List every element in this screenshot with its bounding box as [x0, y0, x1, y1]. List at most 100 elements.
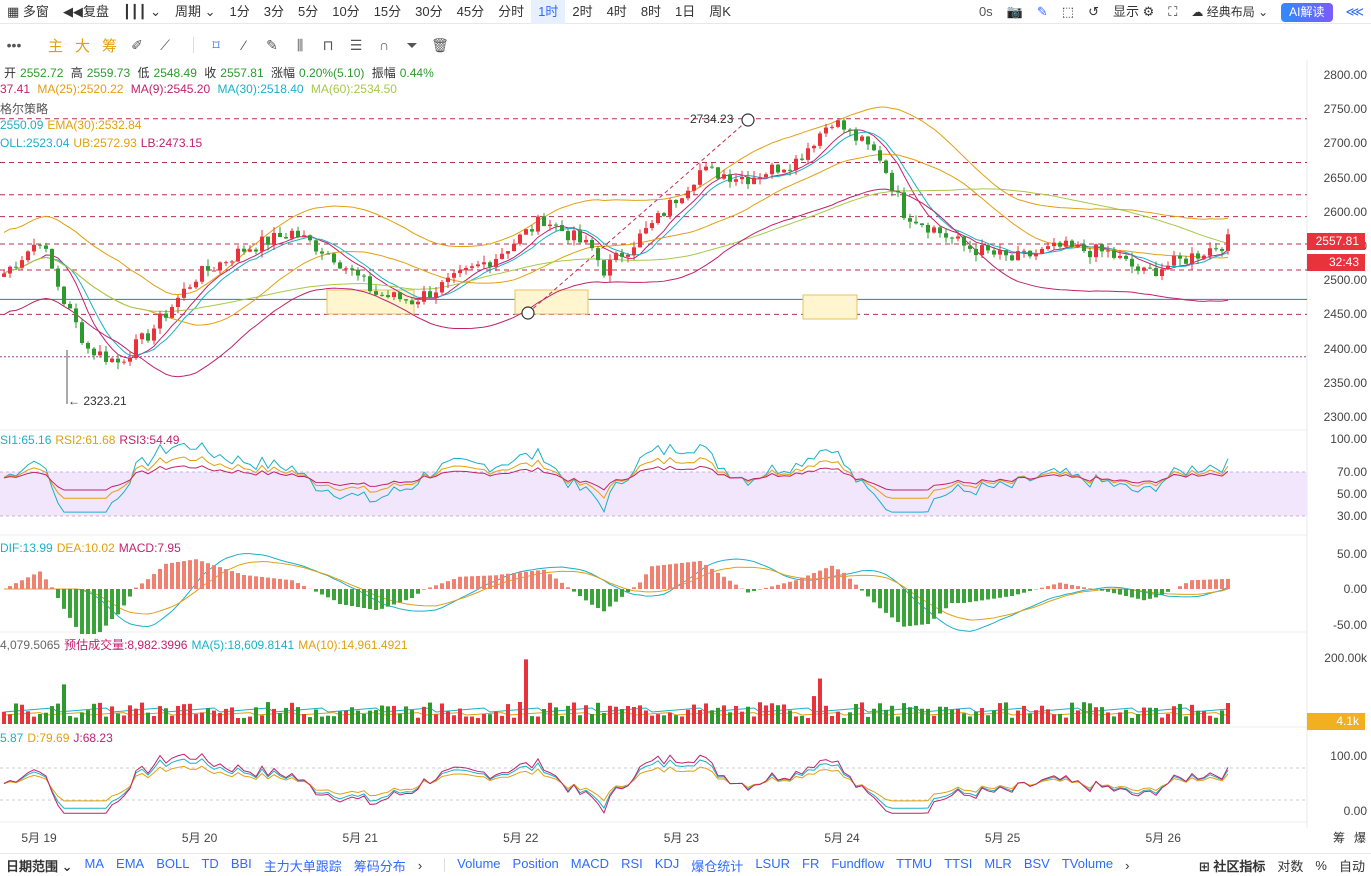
candle-body	[950, 237, 954, 239]
line-tool-icon[interactable]: ⁄	[233, 35, 255, 55]
indicator-sub-12[interactable]: BSV	[1018, 856, 1056, 875]
indicator-sub-1[interactable]: Position	[507, 856, 565, 875]
log-toggle[interactable]: 对数	[1271, 856, 1309, 875]
axis-label: 30.00	[1336, 509, 1367, 523]
macd-bar	[986, 589, 990, 600]
volume-bar	[1214, 717, 1218, 724]
ma60-line	[3, 188, 1229, 313]
indicator-sub-7[interactable]: FR	[796, 856, 825, 875]
indicator-main-4[interactable]: BBI	[225, 856, 258, 875]
macd-bar	[548, 574, 552, 589]
indicator-sub-10[interactable]: TTSI	[938, 856, 978, 875]
candle-body	[638, 233, 642, 248]
period-dropdown[interactable]: 周期 ⌄	[168, 0, 223, 24]
edit-icon[interactable]: ✐	[126, 35, 148, 55]
chevron-right-icon[interactable]: ›	[412, 858, 428, 873]
pencil-icon[interactable]: ✎	[1030, 0, 1055, 24]
brush-icon[interactable]: ✎	[261, 35, 283, 55]
indicator-sub-13[interactable]: TVolume	[1056, 856, 1119, 875]
macd-bar	[326, 589, 330, 598]
multi-window-button[interactable]: ▦ 多窗	[0, 0, 56, 24]
undo-icon[interactable]: ↺	[1081, 0, 1106, 24]
indicator-sub-9[interactable]: TTMU	[890, 856, 938, 875]
axis-label: 2400.00	[1323, 341, 1367, 356]
layout-dropdown[interactable]: ☁ 经典布局 ⌄	[1184, 0, 1275, 24]
indicator-sub-4[interactable]: KDJ	[649, 856, 686, 875]
trash-icon[interactable]: 🗑	[429, 35, 451, 55]
chip-button[interactable]: 筹	[102, 35, 117, 56]
indicator-main-5[interactable]: 主力大单跟踪	[258, 856, 348, 875]
chevron-down-icon: ⌄	[61, 858, 73, 874]
magnet-icon[interactable]: ∩	[373, 35, 395, 55]
candle-body	[1196, 253, 1200, 259]
indicator-sub-5[interactable]: 爆仓统计	[685, 856, 749, 875]
candle-body	[26, 251, 30, 261]
period-13[interactable]: 周K	[702, 0, 738, 24]
candle-body	[128, 358, 132, 362]
macd-bar	[182, 561, 186, 589]
macd-bar	[206, 563, 210, 589]
macd-bar	[290, 580, 294, 589]
axis-label: 2500.00	[1323, 273, 1367, 288]
note-icon[interactable]: ☰	[345, 35, 367, 55]
macd-bar	[1142, 589, 1146, 601]
candle-body	[368, 276, 372, 292]
percent-toggle[interactable]: %	[1309, 858, 1333, 873]
indicator-main-6[interactable]: 筹码分布	[348, 856, 412, 875]
volume-bar	[584, 705, 588, 724]
date-range-dropdown[interactable]: 日期范围 ⌄	[0, 856, 79, 875]
chevron-right-icon[interactable]: ›	[1119, 858, 1135, 873]
indicator-sub-6[interactable]: LSUR	[749, 856, 796, 875]
period-0[interactable]: 1分	[223, 0, 257, 24]
volume-bar	[416, 717, 420, 724]
display-button[interactable]: 显示 ⚙	[1106, 0, 1161, 24]
indicator-main-1[interactable]: EMA	[110, 856, 150, 875]
camera-icon[interactable]: 📷	[1000, 0, 1030, 24]
filter-icon[interactable]: ⏷	[401, 35, 423, 55]
period-3[interactable]: 10分	[325, 0, 366, 24]
period-1[interactable]: 3分	[257, 0, 291, 24]
candle-tool-icon[interactable]: ⫼	[289, 35, 311, 55]
period-5[interactable]: 30分	[408, 0, 449, 24]
period-10[interactable]: 4时	[600, 0, 634, 24]
more-icon[interactable]: •••	[3, 35, 25, 55]
volume-bar	[56, 703, 60, 724]
candle-body	[608, 259, 612, 276]
indicator-main-2[interactable]: BOLL	[150, 856, 195, 875]
period-6[interactable]: 45分	[450, 0, 491, 24]
main-force-button[interactable]: 主	[48, 35, 63, 56]
vol-ma5-line	[3, 707, 1229, 713]
fullscreen-icon[interactable]: ⛶	[1161, 0, 1184, 24]
period-4[interactable]: 15分	[367, 0, 408, 24]
candle-body	[404, 299, 408, 301]
big-order-button[interactable]: 大	[75, 35, 90, 56]
ma25-line	[3, 153, 1229, 326]
period-12[interactable]: 1日	[668, 0, 702, 24]
macd-bar	[674, 563, 678, 589]
period-7[interactable]: 分时	[491, 0, 531, 24]
indicator-sub-3[interactable]: RSI	[615, 856, 649, 875]
volume-bar	[368, 710, 372, 724]
period-9[interactable]: 2时	[565, 0, 599, 24]
auto-toggle[interactable]: 自动	[1333, 856, 1371, 875]
indicator-sub-2[interactable]: MACD	[565, 856, 615, 875]
macd-bar	[1064, 583, 1068, 589]
chart-type-button[interactable]: ┃┃┃ ⌄	[116, 0, 168, 24]
community-indicators-button[interactable]: ⊞ 社区指标	[1193, 856, 1272, 875]
indicator-main-0[interactable]: MA	[79, 856, 111, 875]
bookmark-icon[interactable]: ⌑	[205, 35, 227, 55]
period-2[interactable]: 5分	[291, 0, 325, 24]
lock-icon[interactable]: ⊓	[317, 35, 339, 55]
indicator-sub-0[interactable]: Volume	[451, 856, 506, 875]
indicator-sub-8[interactable]: Fundflow	[825, 856, 890, 875]
indicator-sub-11[interactable]: MLR	[978, 856, 1017, 875]
candle-body	[680, 198, 684, 204]
chart-canvas[interactable]	[0, 0, 1371, 876]
period-11[interactable]: 8时	[634, 0, 668, 24]
replay-button[interactable]: ◀◀复盘	[56, 0, 116, 24]
crop-icon[interactable]: ⬚	[1055, 0, 1081, 24]
indicator-main-3[interactable]: TD	[195, 856, 224, 875]
ruler-icon[interactable]: ⟋	[154, 35, 176, 55]
candle-body	[572, 230, 576, 241]
period-8[interactable]: 1时	[531, 0, 566, 24]
